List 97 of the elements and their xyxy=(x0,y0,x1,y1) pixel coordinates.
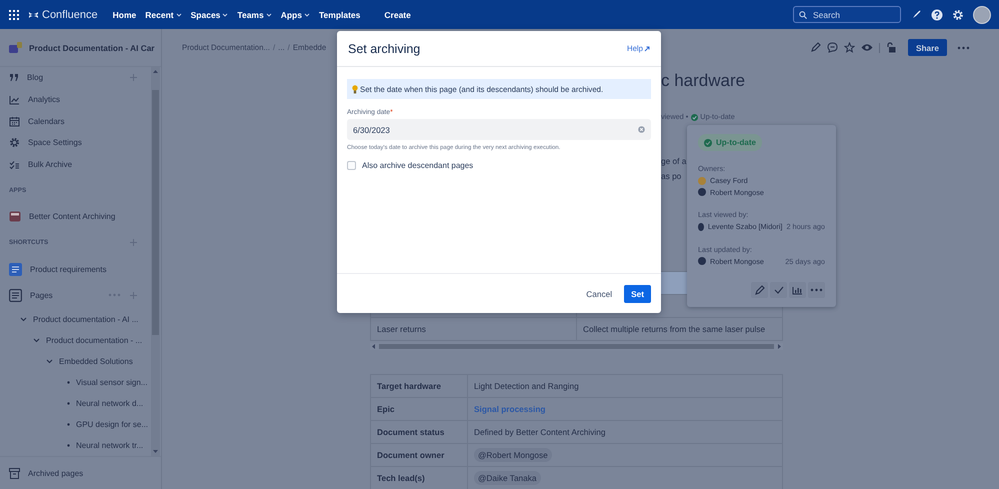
create-link[interactable]: Create xyxy=(384,10,411,20)
checkbox[interactable] xyxy=(347,161,356,170)
pencil-icon xyxy=(754,284,765,296)
sidebar-item[interactable]: Space Settings xyxy=(0,132,147,154)
table-header-cell: Target hardware xyxy=(370,374,468,398)
help-icon[interactable] xyxy=(931,8,943,20)
nav-link[interactable]: Teams xyxy=(237,10,272,20)
share-button[interactable]: Share xyxy=(908,39,947,56)
bullet-icon xyxy=(67,402,70,406)
sidebar-item[interactable]: Blog xyxy=(0,67,147,89)
toolbar-button[interactable] xyxy=(808,282,825,298)
page-tree-item[interactable]: Neural network tr... xyxy=(0,435,147,456)
table-header-cell: Tech lead(s) xyxy=(370,466,468,489)
space-logo-icon xyxy=(9,42,22,54)
more-icon[interactable] xyxy=(957,46,970,50)
sidebar-item[interactable]: Better Content Archiving xyxy=(0,205,147,228)
table-header-cell: Epic xyxy=(370,398,468,420)
table-header-cell: Document status xyxy=(370,420,468,444)
table-cell: Collect multiple returns from the same laser pulse xyxy=(576,318,782,340)
chevron-icon[interactable] xyxy=(20,317,27,322)
avatar xyxy=(698,257,706,266)
check-circle-icon xyxy=(704,138,712,146)
comment-icon[interactable] xyxy=(826,42,838,53)
pages-icon xyxy=(9,288,22,302)
app-grid-icon[interactable] xyxy=(9,10,19,20)
more-icon xyxy=(810,288,823,292)
table-cell: Defined by Better Content Archiving xyxy=(468,420,782,444)
nav-link[interactable]: Recent xyxy=(145,10,182,20)
bullet-icon xyxy=(67,423,70,426)
toolbar-button[interactable] xyxy=(789,282,806,298)
star-icon[interactable] xyxy=(844,42,855,53)
page-title: c hardware xyxy=(661,71,746,91)
search-icon xyxy=(799,10,807,18)
body-text: as po xyxy=(661,170,682,183)
avatar xyxy=(698,222,704,231)
archive-icon xyxy=(9,468,20,478)
chevron-icon[interactable] xyxy=(46,359,53,364)
table-cell: Laser returns xyxy=(370,318,576,340)
scroll-down-icon[interactable] xyxy=(153,450,158,453)
bullet-icon xyxy=(67,444,70,448)
space-title[interactable]: Product Documentation - AI Car xyxy=(29,42,155,52)
page-tree-item[interactable]: Neural network d... xyxy=(0,393,147,414)
sidebar-item[interactable]: Archived pages xyxy=(0,456,161,489)
nav-link[interactable]: Apps xyxy=(280,10,310,20)
external-link-icon xyxy=(644,46,650,52)
pencil-icon[interactable] xyxy=(810,42,821,53)
bullet-icon xyxy=(67,381,70,384)
page-tree-item[interactable]: Product documentation - ... xyxy=(0,330,147,352)
calendar-icon xyxy=(9,116,20,127)
dialog-title: Set archiving xyxy=(348,42,420,56)
unlock-icon[interactable] xyxy=(886,42,896,53)
scroll-left-icon[interactable] xyxy=(372,344,375,349)
product-name: Confluence xyxy=(42,8,98,20)
checkbox-label[interactable]: Also archive descendant pages xyxy=(362,161,474,170)
scroll-up-icon[interactable] xyxy=(153,70,158,73)
line-chart-icon xyxy=(9,94,20,105)
toolbar-button[interactable] xyxy=(751,282,768,298)
bar-chart-icon xyxy=(792,286,803,294)
toolbar-button[interactable] xyxy=(770,282,787,298)
settings-icon[interactable] xyxy=(952,8,964,20)
page-tree-item[interactable]: Embedded Solutions xyxy=(0,351,147,372)
lightbulb-icon xyxy=(352,84,358,94)
page-tree-item[interactable]: GPU design for se... xyxy=(0,414,147,436)
check-circle-icon xyxy=(691,114,698,120)
scrollbar[interactable] xyxy=(151,67,160,456)
confluence-logo-icon xyxy=(28,10,39,20)
nav-link[interactable]: Spaces xyxy=(190,10,228,20)
search-field[interactable]: Search xyxy=(793,6,901,23)
scroll-right-icon[interactable] xyxy=(778,344,781,349)
checkmark-icon xyxy=(774,286,784,294)
archive-box-icon xyxy=(9,210,21,222)
mention-chip[interactable]: @Robert Mongose xyxy=(474,448,552,462)
sidebar-item[interactable]: Calendars xyxy=(0,110,147,132)
sidebar-item[interactable]: Analytics xyxy=(0,88,147,110)
document-icon xyxy=(9,262,22,276)
page-tree-item[interactable]: Visual sensor sign... xyxy=(0,372,147,394)
set-button[interactable]: Set xyxy=(624,284,651,302)
table-header-cell: Document owner xyxy=(370,444,468,466)
sidebar-item[interactable]: Bulk Archive xyxy=(0,154,147,176)
cancel-button[interactable]: Cancel xyxy=(583,286,616,302)
avatar[interactable] xyxy=(973,6,991,24)
quote-icon xyxy=(9,73,19,82)
nav-link[interactable]: Templates xyxy=(318,10,360,20)
status-badge: Up-to-date xyxy=(698,134,762,151)
link[interactable]: Signal processing xyxy=(474,404,546,414)
page-tree-item[interactable]: Product documentation - AI ... xyxy=(0,309,147,330)
chevron-icon[interactable] xyxy=(33,338,40,344)
sidebar-item[interactable]: Product requirements xyxy=(0,257,147,282)
checklist-icon xyxy=(9,160,20,170)
table-cell: Light Detection and Ranging xyxy=(468,374,782,398)
date-field[interactable]: 6/30/2023 xyxy=(347,119,651,140)
mention-chip[interactable]: @Daike Tanaka xyxy=(474,471,541,485)
gear-icon xyxy=(9,137,20,148)
clear-icon[interactable] xyxy=(638,126,645,133)
eye-icon[interactable] xyxy=(860,43,873,52)
body-text: ge of a xyxy=(661,155,686,168)
nav-link[interactable]: Home xyxy=(112,10,136,20)
